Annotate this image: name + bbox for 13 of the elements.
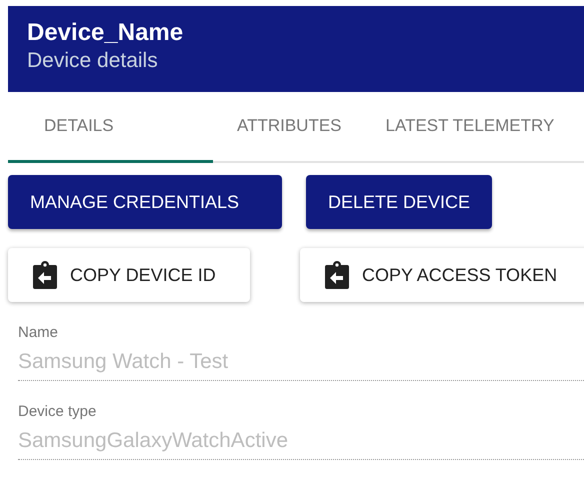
tab[interactable]: LATEST TELEMETRY	[364, 92, 576, 163]
clipboard-arrow-icon	[32, 260, 58, 290]
page-title: Device_Name	[27, 18, 184, 48]
field-label: Name	[18, 324, 58, 342]
page-subtitle: Device details	[27, 48, 158, 74]
copy-button[interactable]: COPY ACCESS TOKEN	[300, 248, 584, 302]
action-button[interactable]: MANAGE CREDENTIALS	[8, 175, 282, 229]
action-button[interactable]: DELETE DEVICE	[306, 175, 492, 229]
tab[interactable]: DETAILS	[8, 92, 213, 163]
field-label: Device type	[18, 403, 96, 421]
clipboard-arrow-icon	[324, 260, 350, 290]
copy-button[interactable]: COPY DEVICE ID	[8, 248, 250, 302]
tab[interactable]: ATTRIBUTES	[213, 92, 364, 163]
